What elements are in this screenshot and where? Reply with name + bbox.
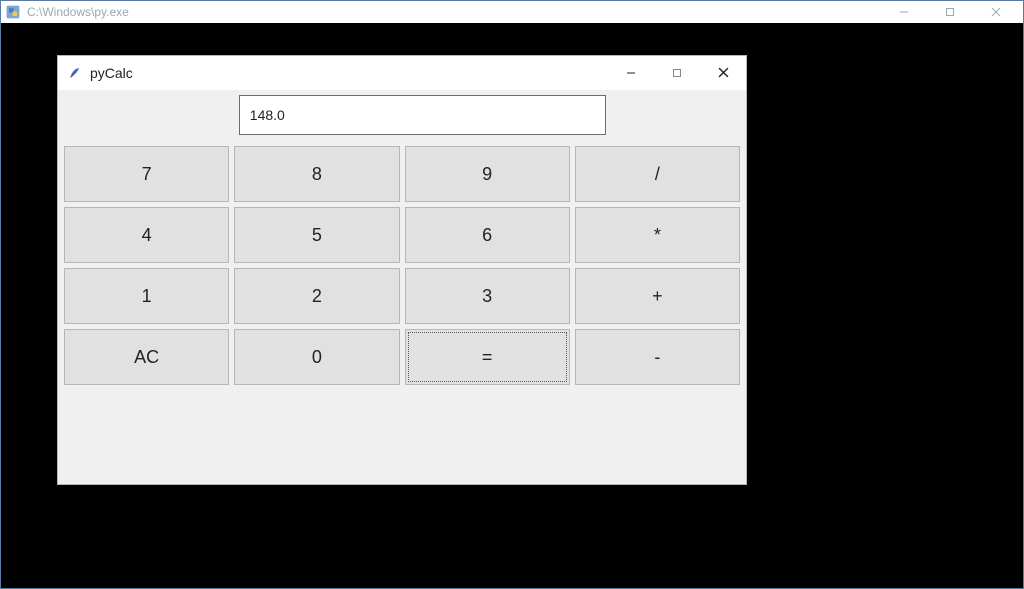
equals-button[interactable]: = [405,329,570,385]
digit-0-button[interactable]: 0 [234,329,399,385]
console-minimize-button[interactable] [881,1,927,23]
console-maximize-button[interactable] [927,1,973,23]
calculator-minimize-button[interactable] [608,56,654,90]
tk-feather-icon [66,65,82,81]
operator-subtract-button[interactable]: - [575,329,740,385]
digit-6-button[interactable]: 6 [405,207,570,263]
digit-2-button[interactable]: 2 [234,268,399,324]
clear-button[interactable]: AC [64,329,229,385]
digit-8-button[interactable]: 8 [234,146,399,202]
console-app-icon [5,4,21,20]
calculator-maximize-button[interactable] [654,56,700,90]
digit-7-button[interactable]: 7 [64,146,229,202]
console-title: C:\Windows\py.exe [27,5,129,19]
display-output: 148.0 [239,95,606,135]
calculator-body: 148.0 7 8 9 / 4 5 6 * 1 2 3 + AC 0 [58,90,746,484]
calculator-titlebar: pyCalc [58,56,746,90]
console-body: pyCalc 148.0 [1,23,1023,588]
console-close-button[interactable] [973,1,1019,23]
digit-1-button[interactable]: 1 [64,268,229,324]
operator-add-button[interactable]: + [575,268,740,324]
digit-4-button[interactable]: 4 [64,207,229,263]
button-grid: 7 8 9 / 4 5 6 * 1 2 3 + AC 0 = - [62,144,742,391]
console-window: C:\Windows\py.exe pyCalc [0,0,1024,589]
operator-multiply-button[interactable]: * [575,207,740,263]
digit-5-button[interactable]: 5 [234,207,399,263]
digit-9-button[interactable]: 9 [405,146,570,202]
operator-divide-button[interactable]: / [575,146,740,202]
calculator-title: pyCalc [90,65,133,81]
digit-3-button[interactable]: 3 [405,268,570,324]
display-row: 148.0 [62,94,742,136]
calculator-bottom-space [62,391,742,484]
console-titlebar: C:\Windows\py.exe [1,1,1023,23]
calculator-close-button[interactable] [700,56,746,90]
calculator-window: pyCalc 148.0 [57,55,747,485]
